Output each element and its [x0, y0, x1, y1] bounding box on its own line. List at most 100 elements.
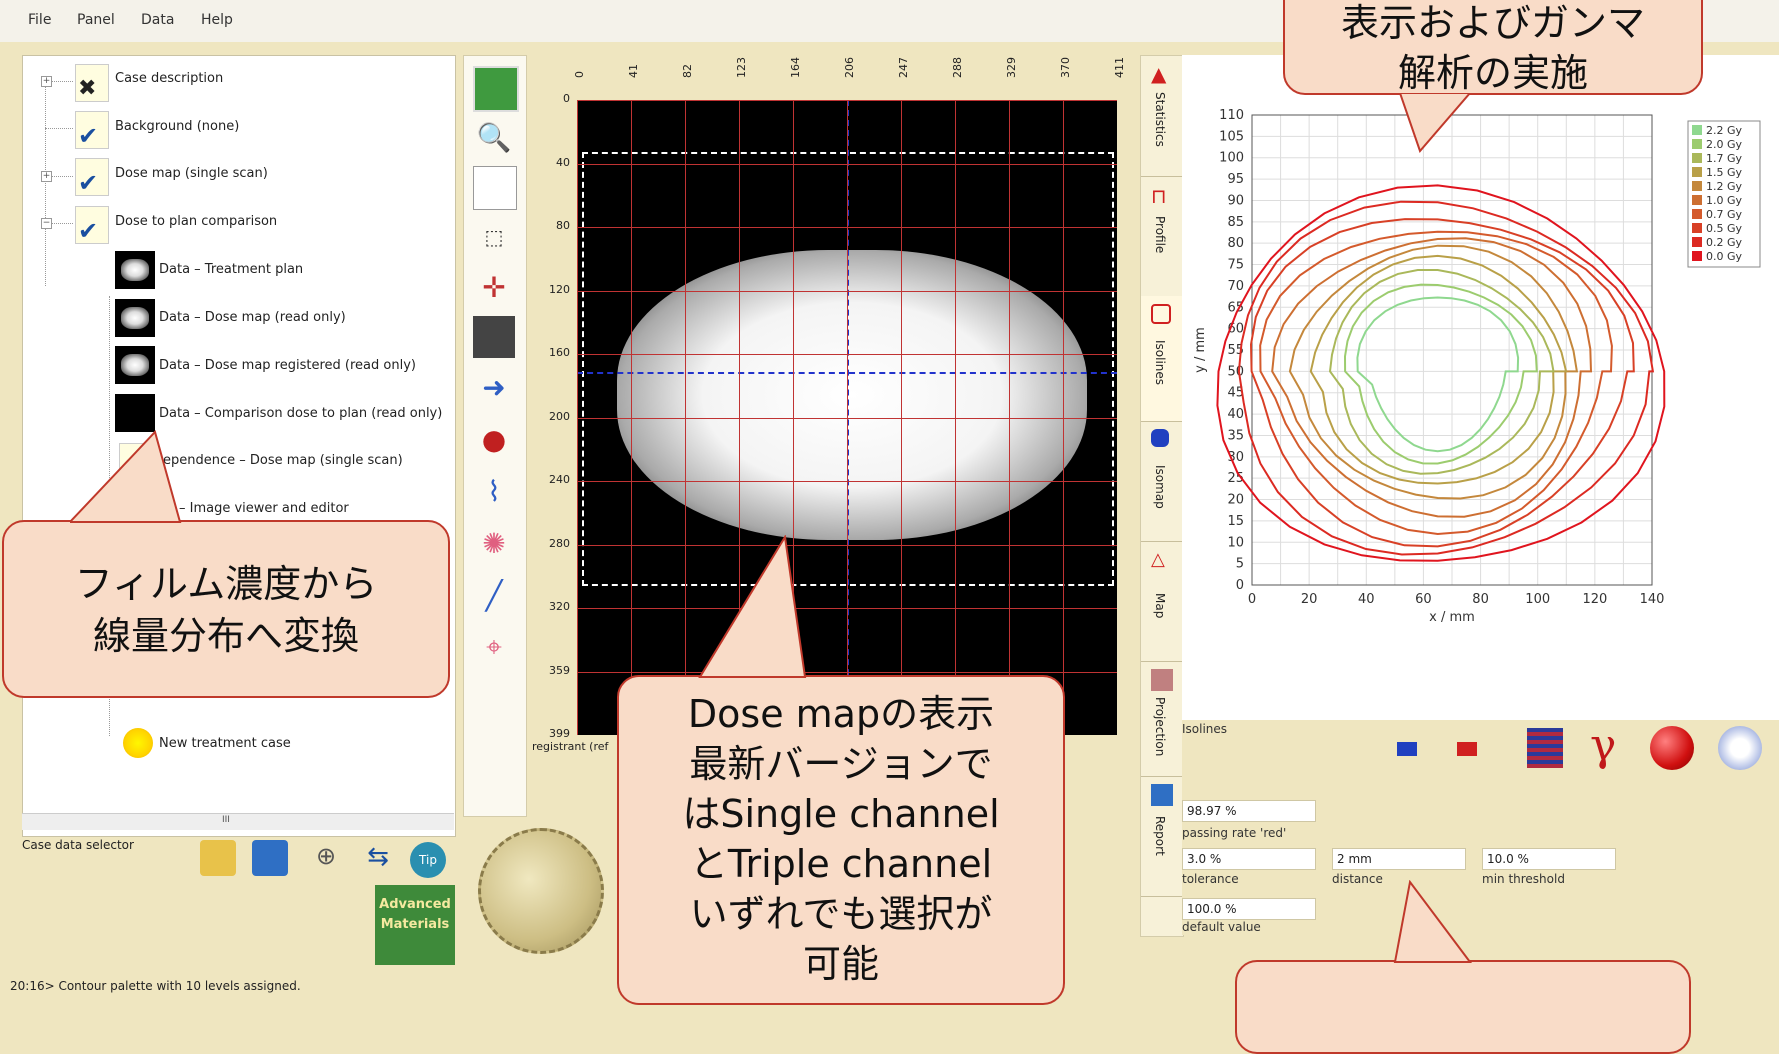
tree-node-comparison[interactable]: Data – Comparison dose to plan (read onl…: [159, 406, 442, 421]
next-icon[interactable]: [1457, 742, 1477, 756]
record-icon[interactable]: [1650, 726, 1694, 770]
brightness-dial[interactable]: [478, 828, 604, 954]
tree-node-background[interactable]: Background (none): [115, 119, 239, 134]
tree-node-dose-to-plan[interactable]: Dose to plan comparison: [115, 214, 277, 229]
callout-gamma-params: [1235, 960, 1691, 1054]
histogram-icon[interactable]: [473, 316, 515, 358]
tree-horizontal-scrollbar[interactable]: III: [22, 813, 454, 830]
default-value-label: default value: [1182, 920, 1261, 934]
x-tick-label: 288: [951, 57, 964, 78]
settings-gear-icon[interactable]: [1718, 726, 1762, 770]
tree-node-dose-map-registered[interactable]: Data – Dose map registered (read only): [159, 358, 416, 373]
tree-node-dose-map[interactable]: Dose map (single scan): [115, 166, 268, 181]
tree-node-dose-map-read-only[interactable]: Data – Dose map (read only): [159, 310, 346, 325]
sun-icon: [123, 728, 153, 758]
distance-field[interactable]: 2 mm: [1332, 848, 1466, 870]
dose-map-doc-icon: ✔: [75, 158, 109, 196]
tab-statistics[interactable]: ▲ Statistics: [1141, 56, 1183, 177]
select-region-icon[interactable]: ⬚: [473, 216, 515, 258]
passing-rate-field[interactable]: 98.97 %: [1182, 800, 1316, 822]
tree-node-image-viewer[interactable]: – Image viewer and editor: [179, 501, 349, 516]
y-tick-label: 200: [549, 409, 570, 423]
tree-node-dependence[interactable]: ependence – Dose map (single scan): [163, 453, 403, 468]
isoline: [1343, 283, 1538, 465]
tab-report[interactable]: Report: [1141, 776, 1183, 897]
page-icon[interactable]: [473, 166, 517, 210]
legend-swatch: [1692, 223, 1702, 233]
grid-line-horizontal: [577, 544, 1117, 546]
tab-isolines[interactable]: Isolines: [1141, 296, 1183, 422]
curve-icon[interactable]: ⌇: [473, 470, 515, 512]
x-tick-label: 80: [1472, 592, 1489, 607]
grid-line-vertical: [955, 100, 956, 735]
tree-node-treatment-plan[interactable]: Data – Treatment plan: [159, 262, 303, 277]
comparison-doc-icon: ✔: [75, 206, 109, 244]
open-folder-icon[interactable]: [200, 840, 236, 876]
tolerance-field[interactable]: 3.0 %: [1182, 848, 1316, 870]
y-tick-label: 35: [1227, 428, 1244, 443]
legend-swatch: [1692, 251, 1702, 261]
crosshair-icon[interactable]: ✛: [473, 266, 515, 308]
x-tick-label: 0: [573, 71, 586, 78]
isoline-chart[interactable]: 0 20 40 60 80 100 120 1401101051009590858075706…: [1182, 55, 1779, 720]
y-tick-label: 240: [549, 473, 570, 486]
isoline: [1356, 296, 1520, 453]
y-tick-label: 359: [549, 663, 570, 677]
callout-dose-map: Dose mapの表示 最新バージョンで はSingle channel とTr…: [617, 675, 1065, 1005]
menu-panel[interactable]: Panel: [77, 12, 115, 28]
default-value-field[interactable]: 100.0 %: [1182, 898, 1316, 920]
advanced-materials-logo: Advanced Materials: [375, 885, 455, 965]
tab-profile[interactable]: ⊓ Profile: [1141, 176, 1183, 297]
palette-levels-icon[interactable]: [1527, 728, 1563, 768]
y-tick-label: 95: [1227, 172, 1244, 187]
x-tick-label: 120: [1582, 592, 1607, 607]
callout-pointer: [698, 535, 807, 678]
min-threshold-field[interactable]: 10.0 %: [1482, 848, 1616, 870]
menu-data[interactable]: Data: [141, 12, 174, 28]
x-tick-label: 60: [1415, 592, 1432, 607]
swap-arrows-icon[interactable]: ⇆: [360, 842, 396, 878]
color-channels-icon[interactable]: ●: [473, 418, 515, 460]
y-tick-label: 20: [1227, 493, 1244, 508]
scroll-grip[interactable]: III: [222, 815, 230, 825]
zoom-icon[interactable]: 🔍: [473, 116, 515, 158]
y-tick-label: 0: [1236, 578, 1244, 593]
tab-isomap[interactable]: Isomap: [1141, 421, 1183, 542]
y-tick-label: 75: [1227, 258, 1244, 273]
line-tool-icon[interactable]: ╱: [473, 574, 515, 616]
registration-icon[interactable]: ⌖: [473, 626, 515, 668]
menu-file[interactable]: File: [28, 12, 51, 28]
y-axis-label: y / mm: [1193, 327, 1208, 373]
grid-line-horizontal: [577, 608, 1117, 609]
isolines-icon: [1151, 304, 1171, 324]
image-tool-icon[interactable]: [473, 66, 519, 112]
dose-map-image[interactable]: [577, 100, 1117, 735]
y-tick-label: 280: [549, 536, 570, 550]
x-axis-label: x / mm: [1429, 610, 1475, 625]
legend-label: 0.5 Gy: [1706, 222, 1743, 235]
tab-map[interactable]: △ Map: [1141, 541, 1183, 662]
grid-line-vertical: [1009, 100, 1010, 735]
legend-label: 0.2 Gy: [1706, 236, 1743, 249]
tab-projection[interactable]: Projection: [1141, 661, 1183, 777]
save-icon[interactable]: [252, 840, 288, 876]
x-tick-label: 370: [1059, 57, 1072, 78]
tree-node-new-treatment-case[interactable]: New treatment case: [159, 736, 291, 751]
y-tick-label: 80: [1227, 236, 1244, 251]
filter-icon[interactable]: ✺: [473, 522, 515, 564]
add-item-icon[interactable]: ⊕: [308, 842, 344, 878]
gamma-icon[interactable]: γ: [1590, 720, 1616, 771]
tree-node-case-description[interactable]: Case description: [115, 71, 223, 86]
tool-palette: 🔍 ⬚ ✛ ➜ ● ⌇ ✺ ╱ ⌖: [463, 55, 527, 817]
y-tick-label: 10: [1227, 535, 1244, 550]
tip-icon[interactable]: Tip: [410, 842, 446, 878]
case-doc-icon: ✖: [75, 64, 109, 102]
arrow-right-icon[interactable]: ➜: [473, 366, 515, 408]
previous-icon[interactable]: [1397, 742, 1417, 756]
statistics-icon: ▲: [1151, 62, 1167, 86]
y-tick-label: 100: [1219, 151, 1244, 166]
menu-help[interactable]: Help: [201, 12, 233, 28]
y-tick-label: 80: [556, 219, 570, 232]
x-tick-label: 40: [1358, 592, 1375, 607]
grid-line-vertical: [1063, 100, 1064, 735]
